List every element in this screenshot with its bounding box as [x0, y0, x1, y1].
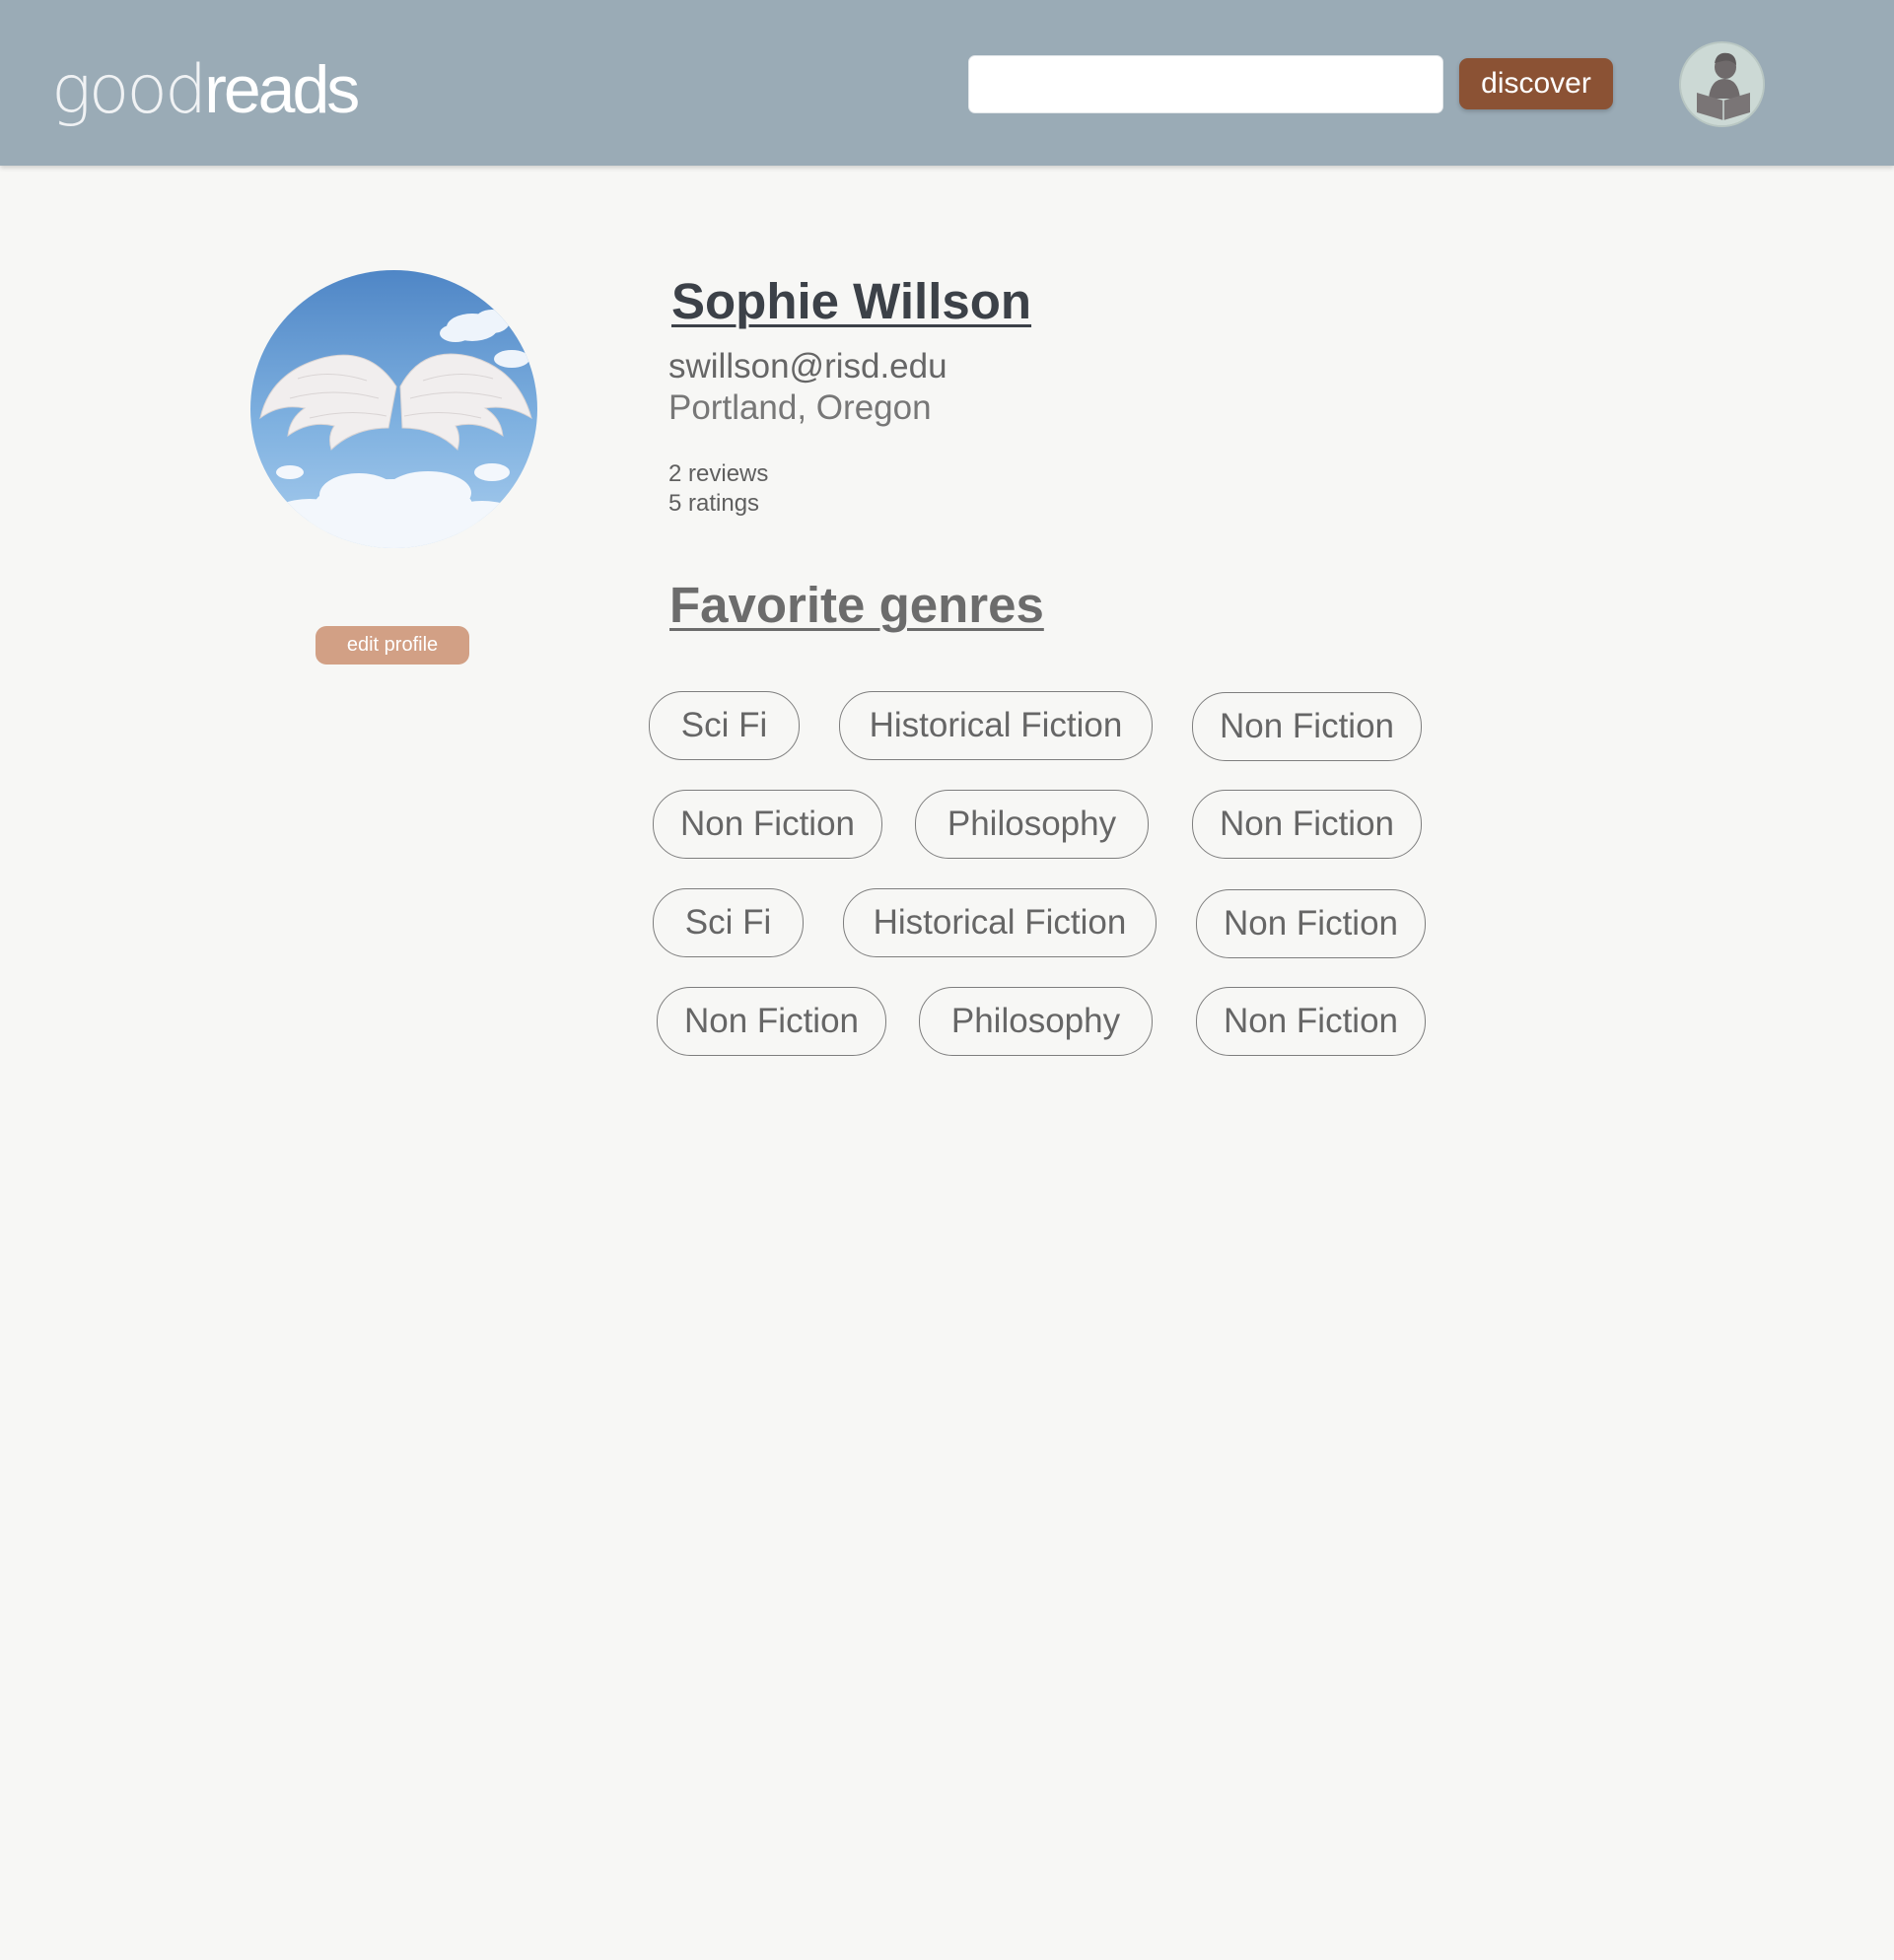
genre-chip[interactable]: Sci Fi — [653, 888, 804, 957]
reader-icon — [1681, 43, 1763, 125]
reviews-count: 2 reviews — [668, 460, 769, 487]
profile-location: Portland, Oregon — [668, 388, 932, 427]
discover-button[interactable]: discover — [1459, 58, 1613, 109]
logo-text-light: good — [51, 51, 207, 129]
profile-photo — [250, 270, 537, 548]
search-input[interactable] — [968, 55, 1443, 113]
genre-chip[interactable]: Philosophy — [915, 790, 1149, 859]
genre-chip[interactable]: Non Fiction — [653, 790, 882, 859]
genre-chip[interactable]: Non Fiction — [1196, 987, 1426, 1056]
edit-profile-button[interactable]: edit profile — [316, 626, 469, 665]
logo-text-bold: reads — [204, 52, 360, 127]
genre-chip[interactable]: Sci Fi — [649, 691, 800, 760]
profile-email: swillson@risd.edu — [668, 347, 947, 385]
genre-chip[interactable]: Non Fiction — [657, 987, 886, 1056]
top-navbar: goodreads discover — [0, 0, 1894, 166]
genre-chip[interactable]: Non Fiction — [1192, 790, 1422, 859]
ratings-count: 5 ratings — [668, 490, 760, 517]
goodreads-logo[interactable]: goodreads — [51, 45, 360, 135]
user-avatar[interactable] — [1679, 41, 1765, 127]
genre-chip[interactable]: Historical Fiction — [843, 888, 1157, 957]
profile-name[interactable]: Sophie Willson — [671, 272, 1031, 330]
favorite-genres-heading: Favorite genres — [669, 577, 1044, 633]
genre-chip[interactable]: Non Fiction — [1196, 889, 1426, 958]
genre-chip[interactable]: Non Fiction — [1192, 692, 1422, 761]
genre-chip[interactable]: Historical Fiction — [839, 691, 1153, 760]
genre-chip[interactable]: Philosophy — [919, 987, 1153, 1056]
